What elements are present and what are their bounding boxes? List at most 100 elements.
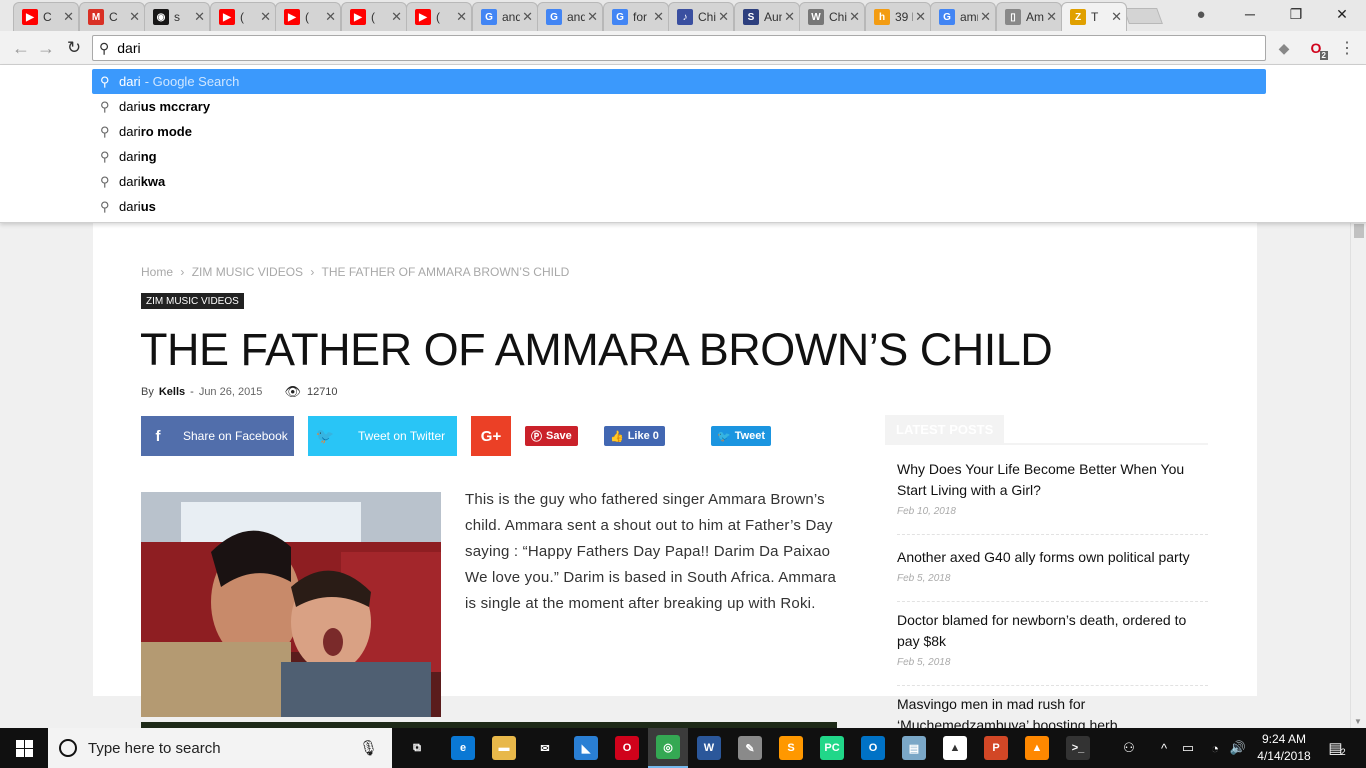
- taskbar-app[interactable]: PC: [812, 728, 852, 768]
- taskbar-app[interactable]: ▬: [484, 728, 524, 768]
- new-tab-button[interactable]: [1123, 8, 1163, 24]
- pinterest-save-button[interactable]: Ⓟ Save: [525, 426, 578, 446]
- post-title[interactable]: Another axed G40 ally forms own politica…: [897, 547, 1197, 568]
- taskbar-app[interactable]: ✉: [525, 728, 565, 768]
- close-tab-icon[interactable]: ✕: [980, 9, 991, 25]
- browser-tab[interactable]: ▶ (✕: [210, 2, 276, 31]
- browser-tab[interactable]: ♪ Chie✕: [668, 2, 734, 31]
- show-hidden-icons-icon[interactable]: ^: [1155, 728, 1173, 768]
- browser-tab[interactable]: Gandy✕: [472, 2, 538, 31]
- twitter-tweet-button[interactable]: 🐦 Tweet: [711, 426, 772, 446]
- suggestion-item[interactable]: ⚲ dari kwa: [92, 169, 1266, 194]
- browser-tab[interactable]: ▶ (✕: [406, 2, 472, 31]
- browser-tab[interactable]: h 39 Fa✕: [865, 2, 931, 31]
- reload-button[interactable]: ↻: [63, 37, 85, 59]
- close-tab-icon[interactable]: ✕: [391, 9, 402, 25]
- close-tab-icon[interactable]: ✕: [1046, 9, 1057, 25]
- browser-tab[interactable]: ◉ s ✕: [144, 2, 210, 31]
- browser-tab[interactable]: ▶ C ✕: [13, 2, 79, 31]
- close-tab-icon[interactable]: ✕: [784, 9, 795, 25]
- close-tab-icon[interactable]: ✕: [129, 9, 140, 25]
- suggestion-item[interactable]: ⚲ dari us mccrary: [92, 94, 1266, 119]
- browser-tab[interactable]: ▯ Amm✕: [996, 2, 1062, 31]
- taskbar-app[interactable]: ⧉: [397, 728, 437, 768]
- taskbar-app[interactable]: e: [443, 728, 483, 768]
- scroll-thumb[interactable]: [1354, 224, 1364, 238]
- browser-tab[interactable]: Z T ✕: [1061, 2, 1127, 31]
- browser-tab[interactable]: Gandy✕: [537, 2, 603, 31]
- share-facebook-button[interactable]: f Share on Facebook: [141, 416, 294, 456]
- close-tab-icon[interactable]: ✕: [1111, 9, 1122, 25]
- sidebar-post[interactable]: Another axed G40 ally forms own politica…: [897, 547, 1197, 584]
- taskbar-app[interactable]: ◣: [566, 728, 606, 768]
- action-center-icon[interactable]: ▤ 2: [1322, 728, 1352, 768]
- category-tag[interactable]: ZIM MUSIC VIDEOS: [141, 293, 244, 309]
- taskbar-search[interactable]: Type here to search 🎙: [48, 728, 392, 768]
- taskbar-app[interactable]: ✎: [730, 728, 770, 768]
- breadcrumb-category[interactable]: ZIM MUSIC VIDEOS: [192, 265, 303, 279]
- taskbar-app[interactable]: ▲: [1017, 728, 1057, 768]
- post-title[interactable]: Masvingo men in mad rush for ‘Muchemedza…: [897, 694, 1197, 728]
- wifi-icon[interactable]: ◔: [1205, 728, 1225, 768]
- suggestion-item[interactable]: ⚲ dari - Google Search: [92, 69, 1266, 94]
- back-button[interactable]: ←: [10, 37, 32, 59]
- taskbar-app[interactable]: >_: [1058, 728, 1098, 768]
- sidebar-post[interactable]: Why Does Your Life Become Better When Yo…: [897, 459, 1197, 517]
- close-tab-icon[interactable]: ✕: [456, 9, 467, 25]
- people-icon[interactable]: ⚇: [1117, 728, 1141, 768]
- close-tab-icon[interactable]: ✕: [325, 9, 336, 25]
- minimize-button[interactable]: ─: [1227, 0, 1273, 28]
- volume-icon[interactable]: 🔊: [1227, 728, 1249, 768]
- opera-extension-icon[interactable]: O 2: [1306, 38, 1328, 60]
- browser-tab[interactable]: Gfor h✕: [603, 2, 669, 31]
- suggestion-item[interactable]: ⚲ dari us: [92, 194, 1266, 219]
- share-google-plus-button[interactable]: G+: [471, 416, 511, 456]
- close-tab-icon[interactable]: ✕: [63, 9, 74, 25]
- taskbar-app[interactable]: W: [689, 728, 729, 768]
- browser-tab[interactable]: ▶ (✕: [275, 2, 341, 31]
- close-tab-icon[interactable]: ✕: [522, 9, 533, 25]
- sidebar-post[interactable]: Masvingo men in mad rush for ‘Muchemedza…: [897, 694, 1197, 728]
- close-tab-icon[interactable]: ✕: [849, 9, 860, 25]
- breadcrumb-home[interactable]: Home: [141, 265, 173, 279]
- extension-icon[interactable]: ◆: [1274, 38, 1294, 58]
- taskbar-app[interactable]: ▲: [935, 728, 975, 768]
- close-tab-icon[interactable]: ✕: [915, 9, 926, 25]
- facebook-like-button[interactable]: 👍 Like 0: [604, 426, 665, 446]
- browser-tab[interactable]: ▶ (✕: [341, 2, 407, 31]
- taskbar-app[interactable]: ◎: [648, 728, 688, 768]
- scroll-down-icon[interactable]: ▼: [1354, 717, 1362, 726]
- post-title[interactable]: Why Does Your Life Become Better When Yo…: [897, 459, 1197, 501]
- browser-tab[interactable]: S Aunt✕: [734, 2, 800, 31]
- close-tab-icon[interactable]: ✕: [260, 9, 271, 25]
- microphone-icon[interactable]: 🎙: [359, 739, 378, 757]
- sidebar-post[interactable]: Doctor blamed for newborn’s death, order…: [897, 610, 1197, 668]
- close-tab-icon[interactable]: ✕: [587, 9, 598, 25]
- suggestion-item[interactable]: ⚲ dari ng: [92, 144, 1266, 169]
- browser-tab[interactable]: Gamm✕: [930, 2, 996, 31]
- profile-icon[interactable]: ●: [1191, 4, 1211, 24]
- taskbar-app[interactable]: P: [976, 728, 1016, 768]
- taskbar-app[interactable]: ▤: [894, 728, 934, 768]
- close-tab-icon[interactable]: ✕: [718, 9, 729, 25]
- battery-icon[interactable]: ▭: [1178, 728, 1198, 768]
- browser-tab[interactable]: W Chiw✕: [799, 2, 865, 31]
- address-bar[interactable]: ⚲: [92, 35, 1266, 61]
- author-link[interactable]: Kells: [159, 386, 185, 398]
- restore-button[interactable]: ❐: [1273, 0, 1319, 28]
- taskbar-app[interactable]: O: [853, 728, 893, 768]
- system-clock[interactable]: 9:24 AM 4/14/2018: [1253, 731, 1315, 765]
- suggestion-item[interactable]: ⚲ dari ro mode: [92, 119, 1266, 144]
- browser-tab[interactable]: M C ✕: [79, 2, 145, 31]
- start-button[interactable]: [0, 728, 48, 768]
- share-twitter-button[interactable]: 🐦 Tweet on Twitter: [308, 416, 457, 456]
- menu-icon[interactable]: ⋮: [1337, 38, 1357, 58]
- close-tab-icon[interactable]: ✕: [194, 9, 205, 25]
- taskbar-app[interactable]: O: [607, 728, 647, 768]
- close-window-button[interactable]: ✕: [1319, 0, 1365, 28]
- close-tab-icon[interactable]: ✕: [653, 9, 664, 25]
- forward-button[interactable]: →: [35, 37, 57, 59]
- address-input[interactable]: [117, 40, 1218, 56]
- taskbar-app[interactable]: S: [771, 728, 811, 768]
- post-title[interactable]: Doctor blamed for newborn’s death, order…: [897, 610, 1197, 652]
